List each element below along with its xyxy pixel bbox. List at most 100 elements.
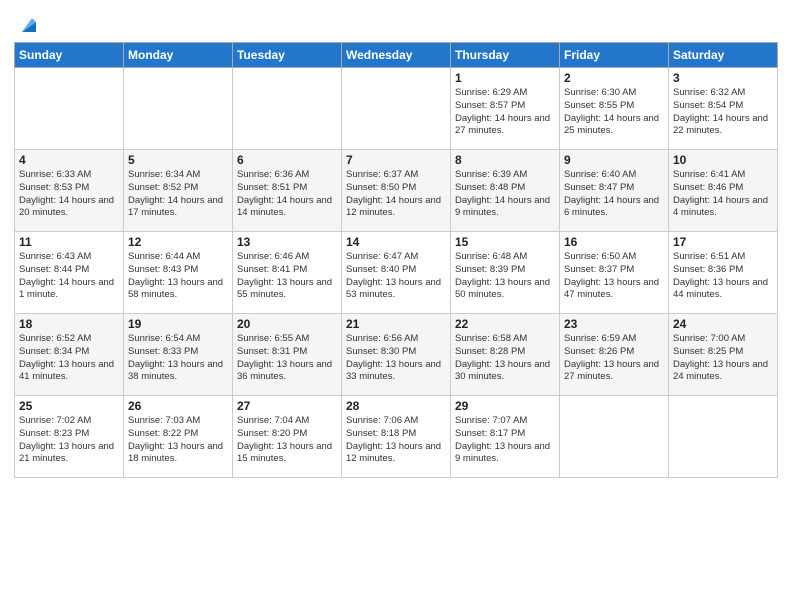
calendar-cell: 14 Sunrise: 6:47 AM Sunset: 8:40 PM Dayli… [342,232,451,314]
calendar-cell: 16 Sunrise: 6:50 AM Sunset: 8:37 PM Dayli… [560,232,669,314]
weekday-header: Thursday [451,43,560,68]
day-detail: Sunrise: 6:54 AM Sunset: 8:33 PM Dayligh… [128,333,228,384]
day-detail: Sunrise: 7:03 AM Sunset: 8:22 PM Dayligh… [128,415,228,466]
calendar-week-row: 4 Sunrise: 6:33 AM Sunset: 8:53 PM Daylig… [15,150,778,232]
calendar-cell: 24 Sunrise: 7:00 AM Sunset: 8:25 PM Dayli… [669,314,778,396]
calendar-cell: 22 Sunrise: 6:58 AM Sunset: 8:28 PM Dayli… [451,314,560,396]
calendar-cell [669,396,778,478]
day-number: 26 [128,399,228,413]
day-detail: Sunrise: 6:48 AM Sunset: 8:39 PM Dayligh… [455,251,555,302]
calendar-week-row: 1 Sunrise: 6:29 AM Sunset: 8:57 PM Daylig… [15,68,778,150]
day-detail: Sunrise: 6:51 AM Sunset: 8:36 PM Dayligh… [673,251,773,302]
calendar-cell: 28 Sunrise: 7:06 AM Sunset: 8:18 PM Dayli… [342,396,451,478]
calendar-week-row: 25 Sunrise: 7:02 AM Sunset: 8:23 PM Dayli… [15,396,778,478]
calendar-week-row: 18 Sunrise: 6:52 AM Sunset: 8:34 PM Dayli… [15,314,778,396]
calendar-cell: 29Sunrise: 7:07 AM Sunset: 8:17 PM Dayli… [451,396,560,478]
calendar-cell: 8Sunrise: 6:39 AM Sunset: 8:48 PM Daylig… [451,150,560,232]
day-detail: Sunrise: 6:50 AM Sunset: 8:37 PM Dayligh… [564,251,664,302]
day-number: 1 [455,71,555,85]
header [14,10,778,36]
calendar-cell: 13 Sunrise: 6:46 AM Sunset: 8:41 PM Dayli… [233,232,342,314]
day-number: 7 [346,153,446,167]
calendar-cell [560,396,669,478]
day-number: 16 [564,235,664,249]
calendar-cell: 5 Sunrise: 6:34 AM Sunset: 8:52 PM Daylig… [124,150,233,232]
calendar-cell: 3 Sunrise: 6:32 AM Sunset: 8:54 PM Daylig… [669,68,778,150]
day-detail: Sunrise: 6:32 AM Sunset: 8:54 PM Dayligh… [673,87,773,138]
calendar-cell: 10 Sunrise: 6:41 AM Sunset: 8:46 PM Dayli… [669,150,778,232]
calendar-cell: 7 Sunrise: 6:37 AM Sunset: 8:50 PM Daylig… [342,150,451,232]
calendar-cell: 1 Sunrise: 6:29 AM Sunset: 8:57 PM Daylig… [451,68,560,150]
day-number: 28 [346,399,446,413]
day-number: 29 [455,399,555,413]
calendar-cell: 20 Sunrise: 6:55 AM Sunset: 8:31 PM Dayli… [233,314,342,396]
day-detail: Sunrise: 6:34 AM Sunset: 8:52 PM Dayligh… [128,169,228,220]
day-number: 24 [673,317,773,331]
day-detail: Sunrise: 6:30 AM Sunset: 8:55 PM Dayligh… [564,87,664,138]
day-number: 4 [19,153,119,167]
day-detail: Sunrise: 6:29 AM Sunset: 8:57 PM Dayligh… [455,87,555,138]
day-number: 18 [19,317,119,331]
page: SundayMondayTuesdayWednesdayThursdayFrid… [0,0,792,612]
weekday-header: Wednesday [342,43,451,68]
day-detail: Sunrise: 6:58 AM Sunset: 8:28 PM Dayligh… [455,333,555,384]
day-number: 17 [673,235,773,249]
day-number: 14 [346,235,446,249]
calendar-week-row: 11Sunrise: 6:43 AM Sunset: 8:44 PM Dayli… [15,232,778,314]
day-number: 22 [455,317,555,331]
calendar-cell: 19 Sunrise: 6:54 AM Sunset: 8:33 PM Dayli… [124,314,233,396]
calendar-cell [342,68,451,150]
day-detail: Sunrise: 6:52 AM Sunset: 8:34 PM Dayligh… [19,333,119,384]
weekday-header: Saturday [669,43,778,68]
day-number: 6 [237,153,337,167]
day-detail: Sunrise: 7:04 AM Sunset: 8:20 PM Dayligh… [237,415,337,466]
weekday-header: Tuesday [233,43,342,68]
day-detail: Sunrise: 6:59 AM Sunset: 8:26 PM Dayligh… [564,333,664,384]
calendar-cell: 15 Sunrise: 6:48 AM Sunset: 8:39 PM Dayli… [451,232,560,314]
calendar-cell: 18 Sunrise: 6:52 AM Sunset: 8:34 PM Dayli… [15,314,124,396]
calendar-cell: 23 Sunrise: 6:59 AM Sunset: 8:26 PM Dayli… [560,314,669,396]
logo [14,14,40,36]
calendar-cell: 27Sunrise: 7:04 AM Sunset: 8:20 PM Dayli… [233,396,342,478]
day-detail: Sunrise: 6:37 AM Sunset: 8:50 PM Dayligh… [346,169,446,220]
day-detail: Sunrise: 7:00 AM Sunset: 8:25 PM Dayligh… [673,333,773,384]
day-detail: Sunrise: 6:36 AM Sunset: 8:51 PM Dayligh… [237,169,337,220]
calendar-cell: 9Sunrise: 6:40 AM Sunset: 8:47 PM Daylig… [560,150,669,232]
calendar-cell [233,68,342,150]
calendar-cell: 11Sunrise: 6:43 AM Sunset: 8:44 PM Dayli… [15,232,124,314]
day-number: 21 [346,317,446,331]
day-detail: Sunrise: 6:43 AM Sunset: 8:44 PM Dayligh… [19,251,119,302]
weekday-header: Sunday [15,43,124,68]
day-number: 20 [237,317,337,331]
day-number: 19 [128,317,228,331]
calendar-cell: 25 Sunrise: 7:02 AM Sunset: 8:23 PM Dayli… [15,396,124,478]
day-detail: Sunrise: 7:06 AM Sunset: 8:18 PM Dayligh… [346,415,446,466]
day-number: 5 [128,153,228,167]
calendar-header-row: SundayMondayTuesdayWednesdayThursdayFrid… [15,43,778,68]
day-detail: Sunrise: 6:46 AM Sunset: 8:41 PM Dayligh… [237,251,337,302]
day-detail: Sunrise: 6:33 AM Sunset: 8:53 PM Dayligh… [19,169,119,220]
weekday-header: Monday [124,43,233,68]
day-detail: Sunrise: 6:44 AM Sunset: 8:43 PM Dayligh… [128,251,228,302]
day-detail: Sunrise: 6:39 AM Sunset: 8:48 PM Dayligh… [455,169,555,220]
day-detail: Sunrise: 6:47 AM Sunset: 8:40 PM Dayligh… [346,251,446,302]
day-number: 15 [455,235,555,249]
day-number: 13 [237,235,337,249]
calendar-cell: 2 Sunrise: 6:30 AM Sunset: 8:55 PM Daylig… [560,68,669,150]
weekday-header: Friday [560,43,669,68]
day-number: 2 [564,71,664,85]
day-detail: Sunrise: 6:41 AM Sunset: 8:46 PM Dayligh… [673,169,773,220]
logo-icon [18,14,40,36]
day-number: 25 [19,399,119,413]
calendar-table: SundayMondayTuesdayWednesdayThursdayFrid… [14,42,778,478]
day-detail: Sunrise: 7:02 AM Sunset: 8:23 PM Dayligh… [19,415,119,466]
calendar-cell: 4 Sunrise: 6:33 AM Sunset: 8:53 PM Daylig… [15,150,124,232]
day-number: 23 [564,317,664,331]
day-detail: Sunrise: 6:56 AM Sunset: 8:30 PM Dayligh… [346,333,446,384]
day-number: 12 [128,235,228,249]
day-detail: Sunrise: 6:55 AM Sunset: 8:31 PM Dayligh… [237,333,337,384]
day-number: 10 [673,153,773,167]
calendar-cell: 12 Sunrise: 6:44 AM Sunset: 8:43 PM Dayli… [124,232,233,314]
calendar-cell: 21 Sunrise: 6:56 AM Sunset: 8:30 PM Dayli… [342,314,451,396]
day-number: 3 [673,71,773,85]
